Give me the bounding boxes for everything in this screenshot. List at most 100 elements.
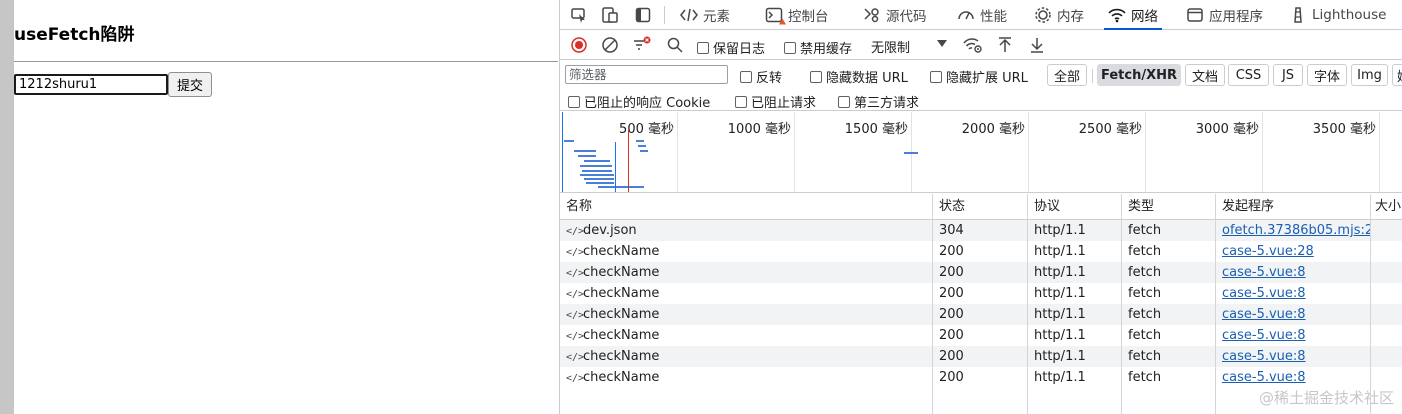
column-header-size[interactable]: 大小 <box>1371 194 1402 220</box>
table-row[interactable]: </>checkName 200 http/1.1 fetch case-5.vue:8 <box>560 325 1402 346</box>
initiator-link[interactable]: ofetch.37386b05.mjs:2 <box>1222 223 1370 238</box>
request-name-cell[interactable]: </>checkName <box>560 304 932 325</box>
initiator-link[interactable]: case-5.vue:8 <box>1222 328 1306 343</box>
inspect-element-icon[interactable] <box>568 4 590 26</box>
type-filter-font[interactable]: 字体 <box>1307 64 1347 86</box>
column-header-status[interactable]: 状态 <box>933 194 1027 220</box>
type-filter-doc[interactable]: 文档 <box>1185 64 1225 86</box>
type-filter-css[interactable]: CSS <box>1228 64 1269 86</box>
column-header-protocol[interactable]: 协议 <box>1028 194 1121 220</box>
initiator-link[interactable]: case-5.vue:8 <box>1222 349 1306 364</box>
page-title: useFetch陷阱 <box>14 25 135 45</box>
timeline-tick-label: 1000 毫秒 <box>727 122 791 137</box>
tab-label: 应用程序 <box>1209 8 1263 25</box>
type-filter-all[interactable]: 全部 <box>1047 64 1087 86</box>
request-name-cell[interactable]: </>checkName <box>560 367 932 388</box>
blocked-requests-label: 已阻止请求 <box>751 96 817 111</box>
device-toolbar-icon[interactable] <box>599 4 621 26</box>
request-initiator-cell: case-5.vue:8 <box>1216 325 1370 346</box>
request-protocol-cell: http/1.1 <box>1034 307 1086 322</box>
blocked-requests-checkbox[interactable]: 已阻止请求 <box>735 92 816 111</box>
tab-label: 控制台 <box>788 8 829 25</box>
blocked-response-cookies-checkbox[interactable]: 已阻止的响应 Cookie <box>568 92 710 111</box>
tab-memory[interactable]: 内存 <box>1034 0 1084 29</box>
tab-application[interactable]: 应用程序 <box>1186 0 1263 29</box>
table-row[interactable]: </>checkName 200 http/1.1 fetch case-5.vue:2… <box>560 241 1402 262</box>
initiator-link[interactable]: case-5.vue:8 <box>1222 286 1306 301</box>
clear-icon[interactable] <box>599 34 621 56</box>
column-header-initiator[interactable]: 发起程序 <box>1216 194 1370 220</box>
request-initiator-cell: case-5.vue:28 <box>1216 241 1370 262</box>
request-protocol-cell: http/1.1 <box>1034 265 1086 280</box>
checkbox-box[interactable] <box>740 70 752 83</box>
hide-extension-urls-checkbox[interactable]: 隐藏扩展 URL <box>930 67 1028 86</box>
network-filter-bar: 反转 隐藏数据 URL 隐藏扩展 URL 全部 Fetch/XHR 文档 CSS… <box>560 61 1402 111</box>
checkbox-box[interactable] <box>735 95 747 108</box>
export-har-icon[interactable] <box>1026 34 1048 56</box>
request-status-cell: 304 <box>939 223 964 238</box>
checkbox-box[interactable] <box>568 95 580 108</box>
table-row[interactable]: </>checkName 200 http/1.1 fetch case-5.vue:8 <box>560 346 1402 367</box>
timeline-tick-label: 2000 毫秒 <box>961 122 1025 137</box>
chevron-down-icon[interactable] <box>937 40 947 47</box>
tab-sources[interactable]: 源代码 <box>863 0 927 29</box>
disable-cache-label: 禁用缓存 <box>800 42 853 57</box>
tab-elements[interactable]: 元素 <box>680 0 730 29</box>
fetch-request-icon: </> <box>566 268 585 279</box>
tab-performance[interactable]: 性能 <box>957 0 1007 29</box>
initiator-link[interactable]: case-5.vue:8 <box>1222 265 1306 280</box>
network-overview-timeline[interactable]: 500 毫秒 1000 毫秒 1500 毫秒 2000 毫秒 2500 毫秒 3… <box>560 112 1402 193</box>
tab-network[interactable]: 网络 <box>1104 0 1162 30</box>
initiator-link[interactable]: case-5.vue:8 <box>1222 307 1306 322</box>
type-filter-js[interactable]: JS <box>1273 64 1303 86</box>
column-divider <box>1370 194 1371 414</box>
checkbox-box[interactable] <box>838 95 850 108</box>
preserve-log-checkbox[interactable]: 保留日志 <box>697 38 765 57</box>
checkbox-box[interactable] <box>697 41 709 54</box>
type-filter-fetch-xhr[interactable]: Fetch/XHR <box>1097 64 1181 86</box>
column-header-name[interactable]: 名称 <box>560 194 932 220</box>
timeline-gridline <box>1028 112 1029 192</box>
throttling-select[interactable]: 无限制 <box>871 37 910 56</box>
timeline-request-bar <box>582 170 612 172</box>
import-har-icon[interactable] <box>994 34 1016 56</box>
dock-side-icon[interactable] <box>632 4 654 26</box>
type-filter-media[interactable]: 媒 <box>1392 64 1402 86</box>
table-row[interactable]: </>checkName 200 http/1.1 fetch case-5.vue:8 <box>560 262 1402 283</box>
request-name-cell[interactable]: </>checkName <box>560 346 932 367</box>
timeline-gridline <box>794 112 795 192</box>
request-name-cell[interactable]: </>checkName <box>560 241 932 262</box>
request-name-cell[interactable]: </>checkName <box>560 325 932 346</box>
table-row[interactable]: </>checkName 200 http/1.1 fetch case-5.vue:8 <box>560 283 1402 304</box>
table-row[interactable]: </>dev.json 304 http/1.1 fetch ofetch.37386b… <box>560 220 1402 241</box>
checkbox-box[interactable] <box>784 41 796 54</box>
request-name-cell[interactable]: </>checkName <box>560 283 932 304</box>
tab-console[interactable]: 控制台 <box>765 0 829 29</box>
checkbox-box[interactable] <box>810 70 822 83</box>
request-name-cell[interactable]: </>dev.json <box>560 220 932 241</box>
devtools-panel: 元素 控制台 源代码 性能 内存 网络 应用程序 Lighthouse 保留日志… <box>559 0 1402 414</box>
table-row[interactable]: </>checkName 200 http/1.1 fetch case-5.vue:8 <box>560 304 1402 325</box>
invert-checkbox[interactable]: 反转 <box>740 67 782 86</box>
hide-data-urls-checkbox[interactable]: 隐藏数据 URL <box>810 67 908 86</box>
type-filter-img[interactable]: Img <box>1351 64 1388 86</box>
request-name-cell[interactable]: </>checkName <box>560 262 932 283</box>
column-header-type[interactable]: 类型 <box>1122 194 1215 220</box>
checkbox-box[interactable] <box>930 70 942 83</box>
initiator-link[interactable]: case-5.vue:8 <box>1222 370 1306 385</box>
search-icon[interactable] <box>664 34 686 56</box>
filter-clear-icon[interactable] <box>631 34 653 56</box>
third-party-requests-checkbox[interactable]: 第三方请求 <box>838 92 919 111</box>
timeline-request-bar <box>904 152 918 154</box>
filter-input[interactable] <box>565 65 728 84</box>
fetch-request-icon: </> <box>566 247 585 258</box>
request-type-cell: fetch <box>1128 307 1162 322</box>
disable-cache-checkbox[interactable]: 禁用缓存 <box>784 38 852 57</box>
submit-button[interactable]: 提交 <box>168 72 212 97</box>
record-icon[interactable] <box>568 34 590 56</box>
initiator-link[interactable]: case-5.vue:28 <box>1222 244 1314 259</box>
table-row[interactable]: </>checkName 200 http/1.1 fetch case-5.vue:8 <box>560 367 1402 388</box>
network-conditions-icon[interactable] <box>962 34 984 56</box>
name-input[interactable] <box>14 74 168 95</box>
tab-lighthouse[interactable]: Lighthouse <box>1289 0 1386 29</box>
